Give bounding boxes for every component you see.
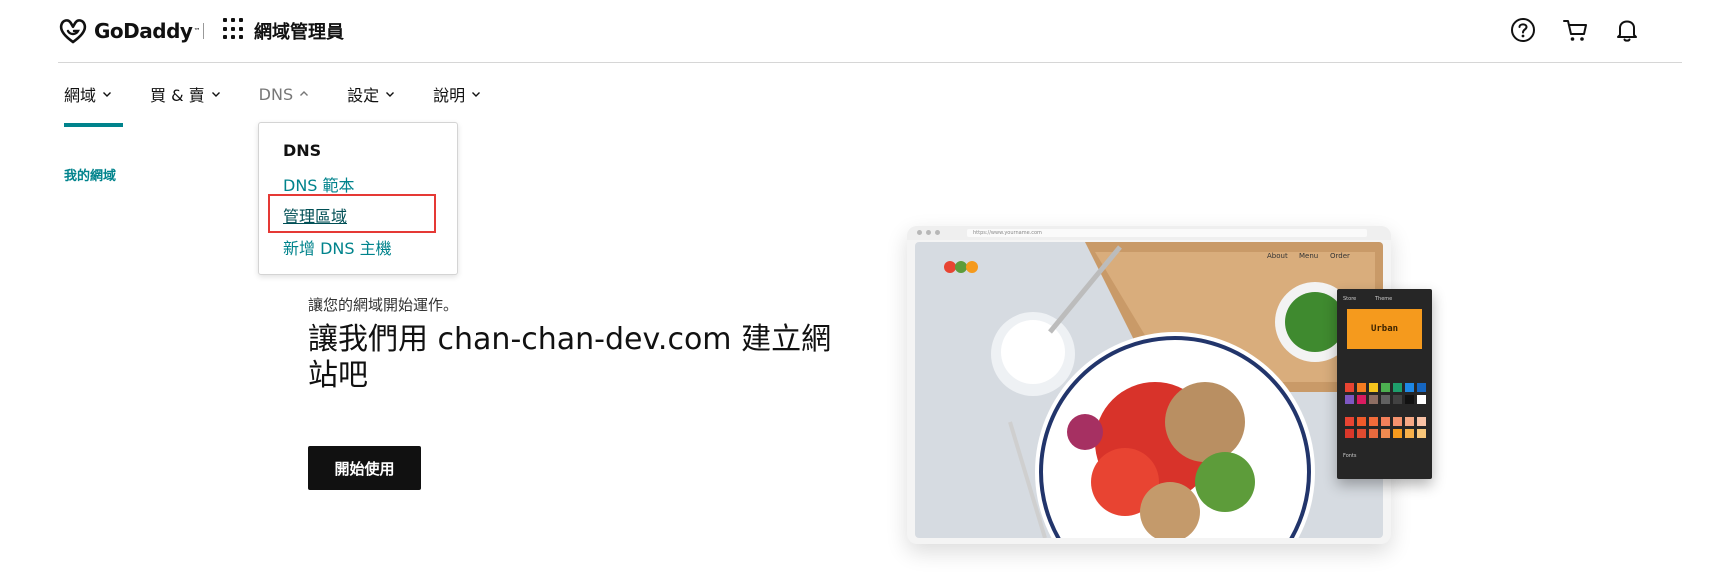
nav-help[interactable]: 說明 — [433, 82, 481, 106]
hero-subtitle: 讓您的網域開始運作。 — [308, 296, 459, 314]
apps-grid-icon[interactable] — [223, 18, 245, 40]
website-preview-illustration: https://www.yourname.com About Menu Orde… — [907, 226, 1391, 544]
get-started-button[interactable]: 開始使用 — [308, 446, 421, 490]
mock-nav-order: Order — [1330, 252, 1350, 260]
bell-icon[interactable] — [1612, 15, 1642, 45]
nav-active-indicator — [64, 123, 123, 127]
color-swatches-bottom — [1345, 417, 1426, 438]
brand-name: GoDaddy — [94, 19, 193, 43]
top-header: GoDaddy ™ 網域管理員 — [58, 0, 1682, 63]
mock-url: https://www.yourname.com — [967, 229, 1367, 237]
nav-domains[interactable]: 網域 — [64, 82, 112, 106]
sidebar-link-my-domains[interactable]: 我的網域 — [64, 165, 116, 184]
fonts-row: Fonts — [1343, 453, 1357, 459]
highlight-box — [268, 194, 436, 233]
godaddy-heart-icon — [59, 19, 87, 44]
product-title: 網域管理員 — [254, 22, 344, 43]
menu-item-dns-templates[interactable]: DNS 範本 — [283, 172, 355, 196]
theme-picker-panel: Store Theme Urban Fonts — [1337, 289, 1432, 479]
godaddy-logo[interactable]: GoDaddy ™ — [58, 14, 200, 48]
dns-menu-heading: DNS — [283, 141, 322, 160]
chevron-up-icon — [300, 91, 309, 96]
menu-item-add-dns-host[interactable]: 新增 DNS 主機 — [283, 235, 392, 259]
header-divider — [203, 23, 204, 39]
nav-buy-sell[interactable]: 買 & 賣 — [150, 82, 221, 106]
food-photo — [915, 242, 1383, 538]
main-nav: 網域 買 & 賣 DNS 設定 說明 — [64, 82, 519, 106]
help-icon[interactable] — [1508, 15, 1538, 45]
nav-settings[interactable]: 設定 — [347, 82, 395, 106]
header-actions — [1508, 15, 1642, 45]
chevron-down-icon — [211, 92, 220, 97]
tab-store: Store — [1343, 296, 1357, 302]
hero-title: 讓我們用 chan-chan-dev.com 建立網站吧 — [308, 322, 832, 393]
theme-name: Urban — [1370, 324, 1399, 334]
tab-theme: Theme — [1375, 296, 1393, 302]
browser-bar: https://www.yourname.com — [907, 226, 1391, 240]
color-swatches-top — [1345, 383, 1426, 404]
chevron-down-icon — [386, 92, 395, 97]
cart-icon[interactable] — [1560, 15, 1590, 45]
chevron-down-icon — [472, 92, 481, 97]
theme-card: Urban — [1347, 309, 1422, 349]
nav-dns[interactable]: DNS — [259, 82, 309, 106]
chevron-down-icon — [103, 92, 112, 97]
mock-nav-about: About — [1267, 252, 1288, 260]
mock-nav-menu: Menu — [1299, 252, 1319, 260]
